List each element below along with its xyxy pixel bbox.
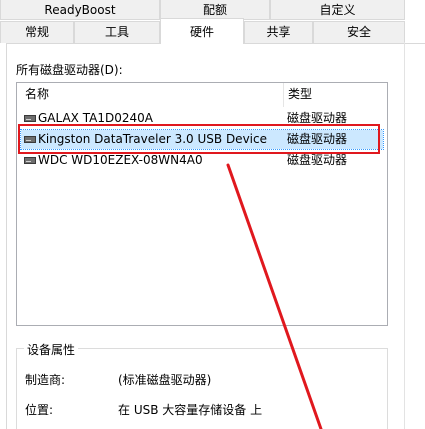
list-item[interactable]: WDC WD10EZEX-08WN4A0 磁盘驱动器	[21, 151, 383, 170]
column-separator[interactable]	[283, 83, 284, 107]
location-value: 在 USB 大容量存储设备 上	[118, 403, 263, 417]
list-item-selected[interactable]: Kingston DataTraveler 3.0 USB Device 磁盘驱…	[20, 129, 384, 150]
column-header-type[interactable]: 类型	[288, 83, 312, 105]
column-header-name[interactable]: 名称	[25, 83, 49, 105]
manufacturer-label: 制造商:	[25, 373, 66, 387]
manufacturer-value: (标准磁盘驱动器)	[118, 373, 212, 387]
drive-name: GALAX TA1D0240A	[38, 111, 153, 125]
drive-name: Kingston DataTraveler 3.0 USB Device	[38, 132, 267, 146]
drive-type: 磁盘驱动器	[287, 153, 348, 167]
tab-general[interactable]: 常规	[0, 21, 74, 43]
disk-drive-icon	[24, 136, 36, 143]
all-disks-label: 所有磁盘驱动器(D):	[16, 63, 123, 77]
list-item[interactable]: GALAX TA1D0240A 磁盘驱动器	[21, 109, 383, 128]
disk-drive-icon	[24, 157, 36, 164]
disk-drive-icon	[24, 115, 36, 122]
device-properties-title: 设备属性	[24, 341, 79, 358]
tab-tools[interactable]: 工具	[74, 21, 160, 43]
properties-dialog: ReadyBoost 配额 自定义 常规 工具 硬件 共享 安全 所有磁盘驱动器…	[0, 0, 425, 429]
disk-drive-list[interactable]: 名称 类型 GALAX TA1D0240A 磁盘驱动器 Kingston Dat…	[16, 82, 388, 326]
drive-name: WDC WD10EZEX-08WN4A0	[38, 153, 203, 167]
drive-type: 磁盘驱动器	[287, 132, 348, 146]
tab-hardware[interactable]: 硬件	[160, 18, 244, 44]
tab-customize[interactable]: 自定义	[270, 0, 405, 19]
tab-security[interactable]: 安全	[313, 21, 405, 43]
drive-type: 磁盘驱动器	[287, 111, 348, 125]
tab-quota[interactable]: 配额	[160, 0, 270, 19]
tab-readyboost[interactable]: ReadyBoost	[0, 0, 160, 19]
panel-right-edge	[404, 42, 405, 429]
tab-sharing[interactable]: 共享	[244, 21, 313, 43]
location-label: 位置:	[25, 403, 54, 417]
